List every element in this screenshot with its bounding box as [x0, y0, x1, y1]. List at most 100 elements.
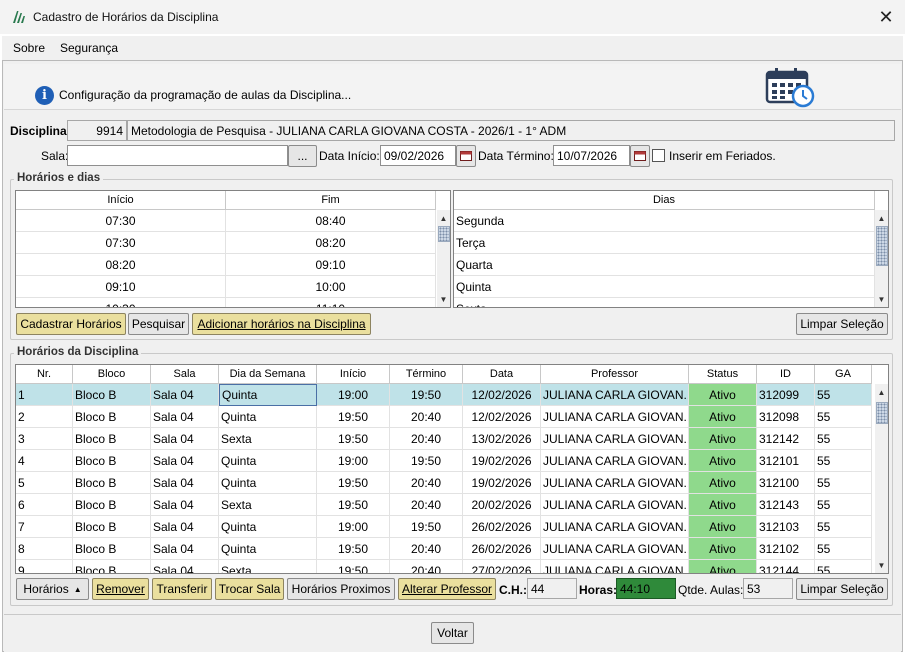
- cell-termino[interactable]: 20:40: [390, 494, 463, 516]
- col-professor[interactable]: Professor: [541, 365, 689, 384]
- cell-sala[interactable]: Sala 04: [151, 406, 219, 428]
- cell-professor[interactable]: JULIANA CARLA GIOVAN...: [541, 428, 689, 450]
- cell-id[interactable]: 312144: [757, 560, 815, 573]
- cell-data[interactable]: 26/02/2026: [463, 538, 541, 560]
- horarios-menu-button[interactable]: Horários ▲: [16, 578, 89, 600]
- cell-inicio[interactable]: 19:50: [317, 428, 390, 450]
- cell-termino[interactable]: 20:40: [390, 428, 463, 450]
- data-inicio-calendar-button[interactable]: [456, 145, 476, 167]
- scroll-up-icon[interactable]: ▲: [875, 386, 888, 399]
- cell-data[interactable]: 13/02/2026: [463, 428, 541, 450]
- cell-ga[interactable]: 55: [815, 538, 872, 560]
- cell-id[interactable]: 312100: [757, 472, 815, 494]
- cell-nr[interactable]: 8: [16, 538, 73, 560]
- cell-nr[interactable]: 7: [16, 516, 73, 538]
- cell-status[interactable]: Ativo: [689, 406, 757, 428]
- horarios-disciplina-scrollbar[interactable]: ▲ ▼: [875, 384, 888, 573]
- cell-dia-semana[interactable]: Quinta: [219, 472, 317, 494]
- cell-sala[interactable]: Sala 04: [151, 516, 219, 538]
- cell-id[interactable]: 312142: [757, 428, 815, 450]
- cell-data[interactable]: 27/02/2026: [463, 560, 541, 573]
- cadastrar-horarios-button[interactable]: Cadastrar Horários: [16, 313, 126, 335]
- cell-termino[interactable]: 20:40: [390, 538, 463, 560]
- cell-professor[interactable]: JULIANA CARLA GIOVAN...: [541, 472, 689, 494]
- cell-dia-semana[interactable]: Sexta: [219, 560, 317, 573]
- cell-bloco[interactable]: Bloco B: [73, 494, 151, 516]
- adicionar-horarios-button[interactable]: Adicionar horários na Disciplina: [192, 313, 371, 335]
- cell-ga[interactable]: 55: [815, 384, 872, 406]
- cell-sala[interactable]: Sala 04: [151, 538, 219, 560]
- col-termino[interactable]: Término: [390, 365, 463, 384]
- cell-termino[interactable]: 20:40: [390, 472, 463, 494]
- cell-bloco[interactable]: Bloco B: [73, 560, 151, 573]
- cell-id[interactable]: 312101: [757, 450, 815, 472]
- alterar-professor-button[interactable]: Alterar Professor: [398, 578, 496, 600]
- cell-id[interactable]: 312099: [757, 384, 815, 406]
- cell-data[interactable]: 19/02/2026: [463, 472, 541, 494]
- data-termino-calendar-button[interactable]: [630, 145, 650, 167]
- horarios-scrollbar[interactable]: ▲ ▼: [437, 210, 450, 307]
- cell-data[interactable]: 19/02/2026: [463, 450, 541, 472]
- cell-status[interactable]: Ativo: [689, 472, 757, 494]
- cell-termino[interactable]: 19:50: [390, 516, 463, 538]
- cell-professor[interactable]: JULIANA CARLA GIOVAN...: [541, 494, 689, 516]
- cell-id[interactable]: 312143: [757, 494, 815, 516]
- cell-status[interactable]: Ativo: [689, 538, 757, 560]
- col-data[interactable]: Data: [463, 365, 541, 384]
- col-inicio[interactable]: Início: [317, 365, 390, 384]
- cell-nr[interactable]: 1: [16, 384, 73, 406]
- horarios-proximos-button[interactable]: Horários Proximos: [287, 578, 395, 600]
- transferir-button[interactable]: Transferir: [152, 578, 212, 600]
- cell-id[interactable]: 312102: [757, 538, 815, 560]
- cell-status[interactable]: Ativo: [689, 494, 757, 516]
- cell-professor[interactable]: JULIANA CARLA GIOVAN...: [541, 384, 689, 406]
- cell-nr[interactable]: 5: [16, 472, 73, 494]
- cell-dia-semana[interactable]: Sexta: [219, 428, 317, 450]
- scroll-thumb[interactable]: [876, 226, 888, 266]
- sala-browse-button[interactable]: ...: [288, 145, 317, 167]
- dia-cell[interactable]: Quinta: [454, 276, 875, 298]
- cell-bloco[interactable]: Bloco B: [73, 428, 151, 450]
- cell-bloco[interactable]: Bloco B: [73, 384, 151, 406]
- cell-sala[interactable]: Sala 04: [151, 384, 219, 406]
- cell-status[interactable]: Ativo: [689, 450, 757, 472]
- close-icon[interactable]: ✕: [872, 4, 900, 30]
- scroll-thumb[interactable]: [876, 402, 888, 424]
- menu-sobre[interactable]: Sobre: [13, 41, 45, 55]
- cell-sala[interactable]: Sala 04: [151, 428, 219, 450]
- voltar-button[interactable]: Voltar: [431, 622, 474, 644]
- cell-inicio[interactable]: 19:50: [317, 406, 390, 428]
- cell-bloco[interactable]: Bloco B: [73, 406, 151, 428]
- cell-ga[interactable]: 55: [815, 516, 872, 538]
- cell-inicio[interactable]: 19:50: [317, 538, 390, 560]
- cell-termino[interactable]: 20:40: [390, 406, 463, 428]
- cell-dia-semana[interactable]: Quinta: [219, 384, 317, 406]
- scroll-down-icon[interactable]: ▼: [875, 293, 888, 306]
- scroll-up-icon[interactable]: ▲: [875, 212, 888, 225]
- col-nr[interactable]: Nr.: [16, 365, 73, 384]
- col-dia-semana[interactable]: Dia da Semana: [219, 365, 317, 384]
- cell-dia-semana[interactable]: Sexta: [219, 494, 317, 516]
- dias-scrollbar[interactable]: ▲ ▼: [875, 210, 888, 307]
- data-inicio-input[interactable]: 09/02/2026: [380, 145, 456, 166]
- cell-dia-semana[interactable]: Quinta: [219, 538, 317, 560]
- col-inicio[interactable]: Início: [16, 191, 226, 210]
- horario-fim-cell[interactable]: 09:10: [226, 254, 436, 276]
- cell-nr[interactable]: 6: [16, 494, 73, 516]
- cell-professor[interactable]: JULIANA CARLA GIOVAN...: [541, 406, 689, 428]
- cell-bloco[interactable]: Bloco B: [73, 472, 151, 494]
- scroll-down-icon[interactable]: ▼: [437, 293, 450, 306]
- cell-nr[interactable]: 9: [16, 560, 73, 573]
- horario-fim-cell[interactable]: 10:00: [226, 276, 436, 298]
- data-termino-input[interactable]: 10/07/2026: [553, 145, 630, 166]
- horario-inicio-cell[interactable]: 09:10: [16, 276, 226, 298]
- cell-ga[interactable]: 55: [815, 450, 872, 472]
- cell-dia-semana[interactable]: Quinta: [219, 516, 317, 538]
- cell-dia-semana[interactable]: Quinta: [219, 450, 317, 472]
- cell-bloco[interactable]: Bloco B: [73, 450, 151, 472]
- feriados-checkbox[interactable]: [652, 149, 665, 162]
- cell-sala[interactable]: Sala 04: [151, 494, 219, 516]
- cell-professor[interactable]: JULIANA CARLA GIOVAN...: [541, 538, 689, 560]
- col-sala[interactable]: Sala: [151, 365, 219, 384]
- cell-ga[interactable]: 55: [815, 428, 872, 450]
